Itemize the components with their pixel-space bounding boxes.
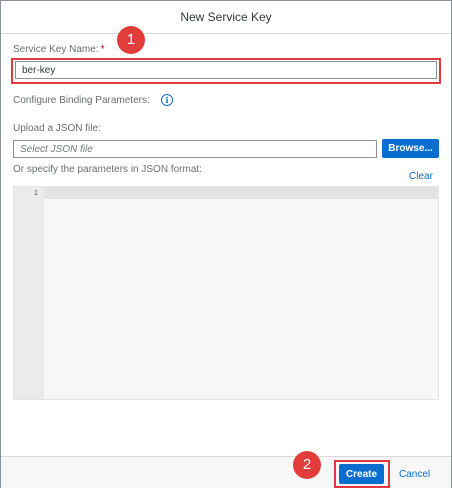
required-marker: * — [100, 44, 105, 55]
dialog-content: Service Key Name:* 1 Configure Binding P… — [1, 26, 451, 456]
new-service-key-dialog: New Service Key Service Key Name:* 1 Con… — [0, 0, 452, 488]
info-icon[interactable]: i — [161, 94, 173, 106]
json-file-input[interactable] — [13, 140, 377, 158]
cancel-link[interactable]: Cancel — [399, 469, 430, 480]
editor-gutter: 1 — [14, 187, 44, 399]
upload-json-label: Upload a JSON file: — [13, 123, 101, 134]
browse-button[interactable]: Browse... — [382, 139, 439, 158]
configure-binding-label: Configure Binding Parameters: — [13, 95, 150, 106]
step-1-badge: 1 — [117, 26, 145, 54]
dialog-footer: Create 2 Cancel — [1, 451, 451, 488]
create-button[interactable]: Create — [339, 464, 384, 484]
active-line-highlight — [14, 187, 438, 199]
service-key-name-label: Service Key Name: * — [13, 44, 105, 55]
clear-link[interactable]: Clear — [409, 171, 433, 182]
json-editor[interactable]: 1 — [13, 186, 439, 400]
service-key-name-input[interactable] — [15, 61, 437, 79]
json-format-label: Or specify the parameters in JSON format… — [13, 164, 202, 175]
dialog-title: New Service Key — [1, 1, 451, 34]
step-2-badge: 2 — [293, 451, 321, 479]
service-key-name-label-text: Service Key Name: — [13, 44, 99, 55]
line-number: 1 — [33, 189, 38, 197]
